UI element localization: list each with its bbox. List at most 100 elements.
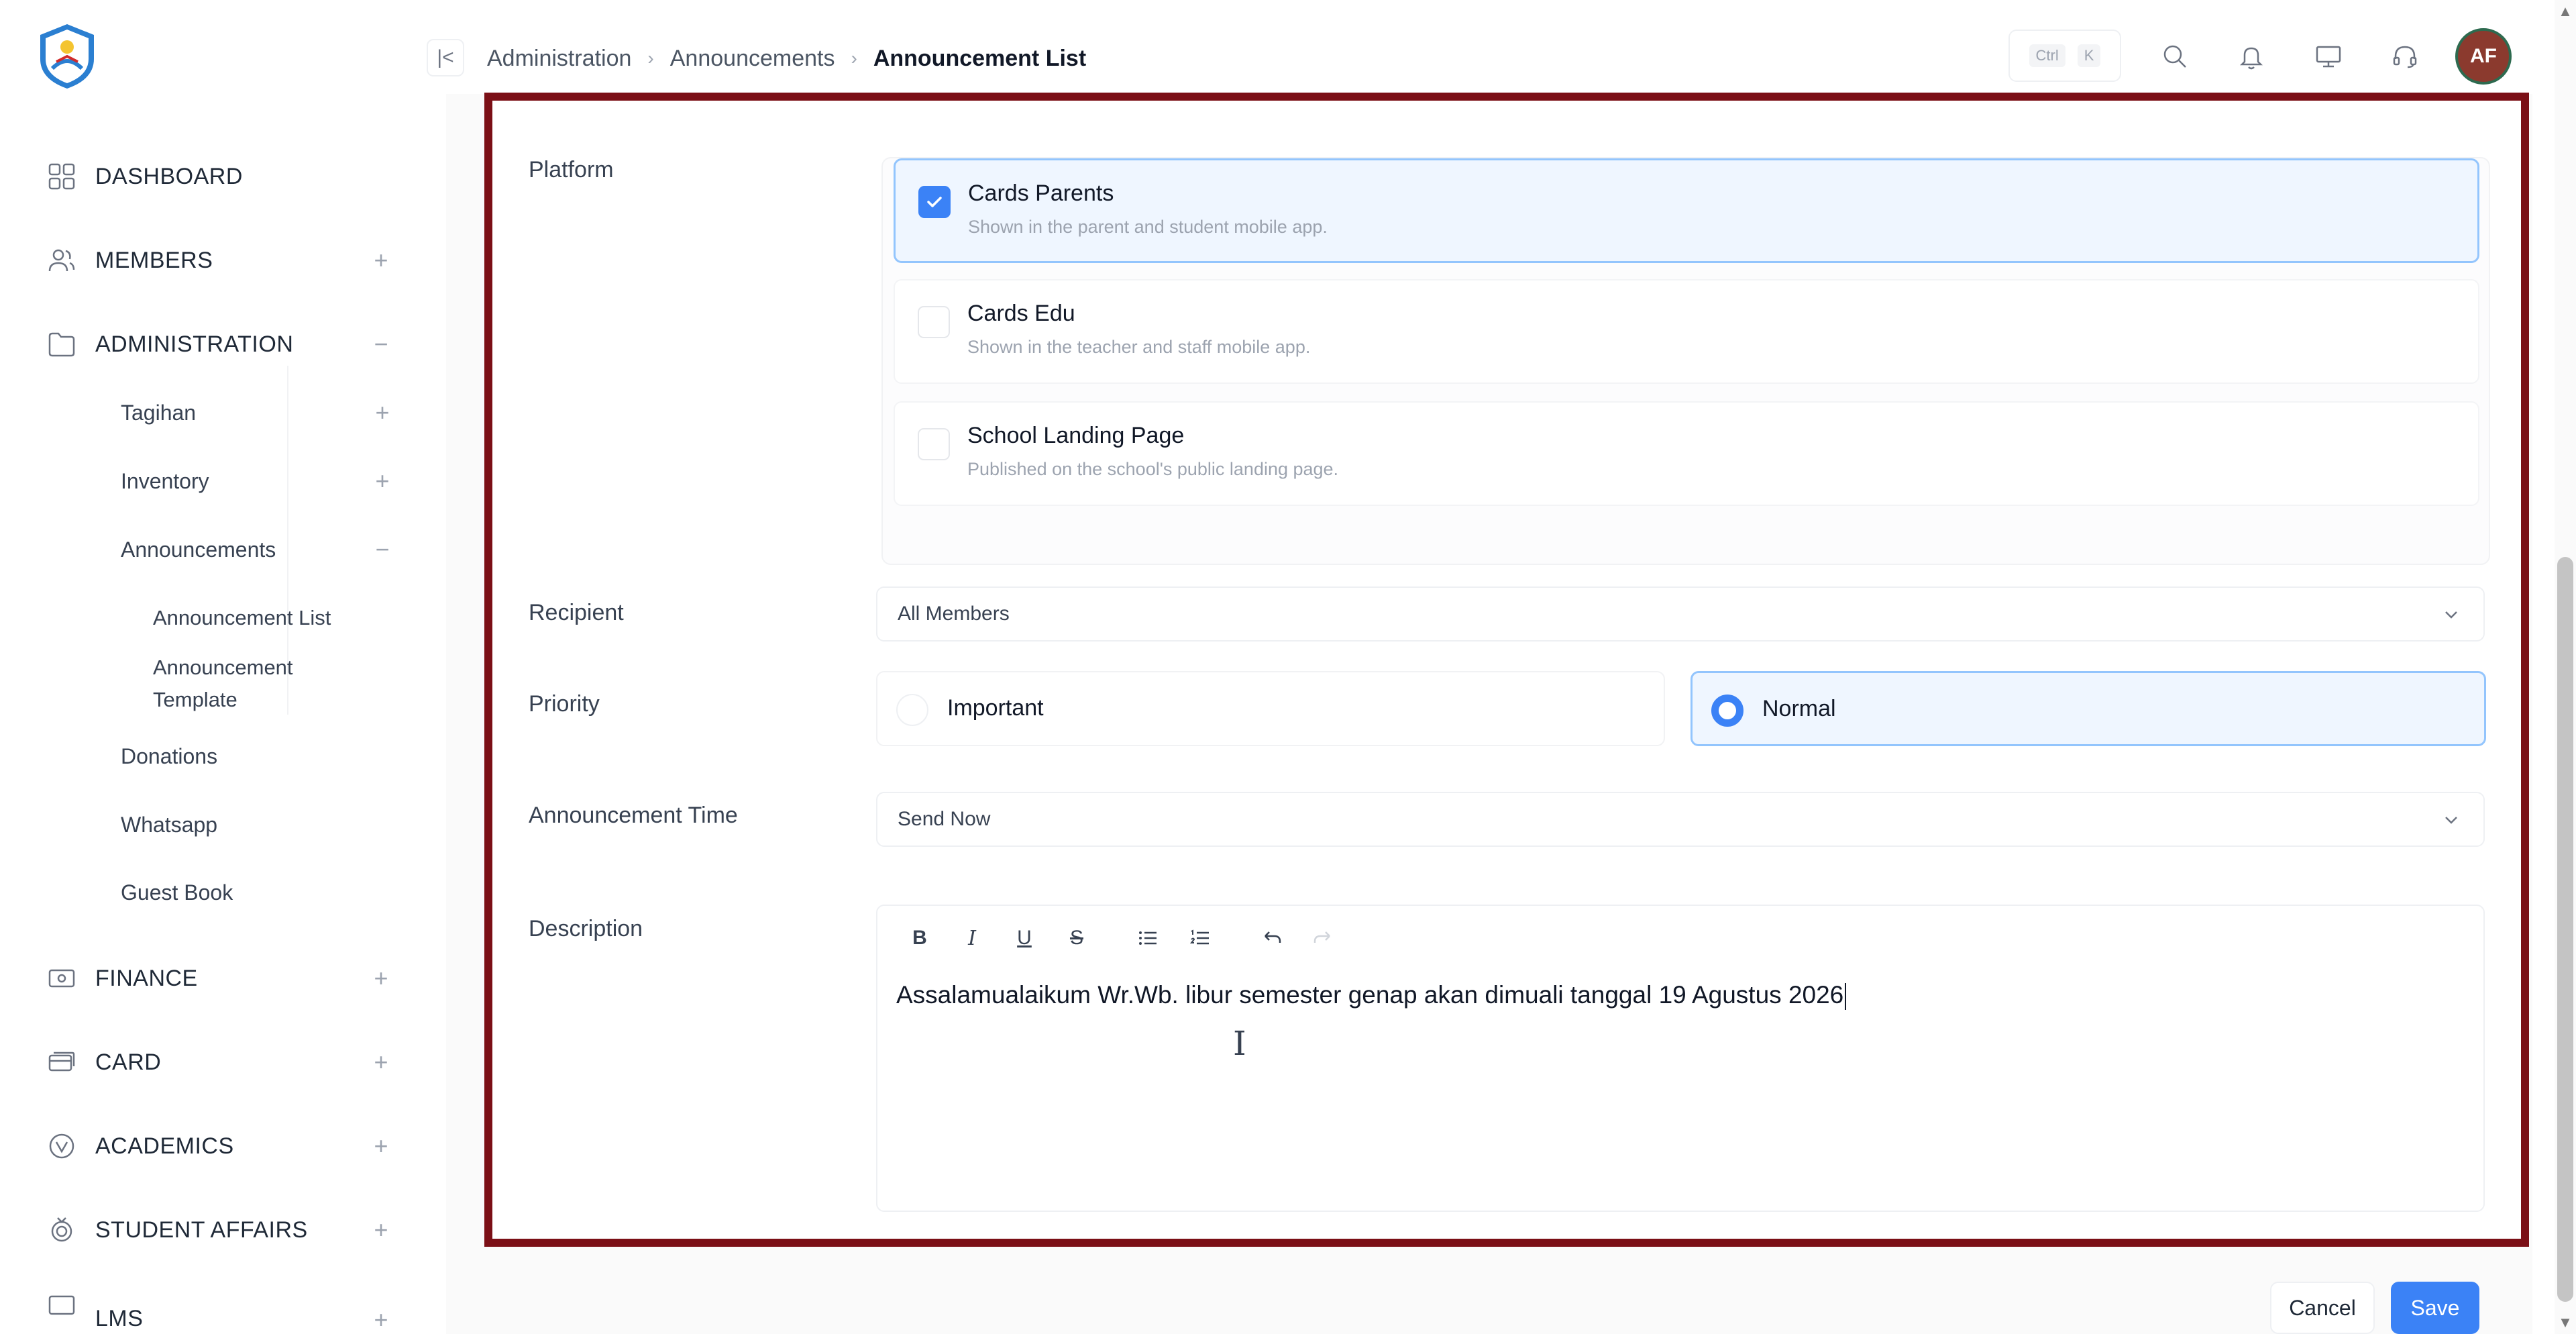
- nav-whatsapp[interactable]: Whatsapp: [121, 808, 396, 841]
- nav-guest-book[interactable]: Guest Book: [121, 876, 396, 909]
- platform-option-title: Cards Parents: [968, 181, 1114, 206]
- plus-icon[interactable]: +: [368, 1216, 394, 1244]
- collapse-sidebar-button[interactable]: |<: [427, 39, 464, 76]
- headset-icon[interactable]: [2386, 38, 2424, 75]
- platform-option-cards-edu[interactable]: Cards Edu Shown in the teacher and staff…: [894, 279, 2479, 384]
- nav-announcements-label: Announcements: [121, 537, 276, 562]
- folder-icon: [46, 328, 78, 360]
- minus-icon[interactable]: −: [369, 535, 396, 564]
- nav-card[interactable]: CARD +: [46, 1039, 394, 1086]
- chevron-right-icon: ›: [851, 48, 857, 68]
- save-button[interactable]: Save: [2391, 1282, 2479, 1334]
- search-icon[interactable]: [2156, 38, 2194, 75]
- nav-administration[interactable]: ADMINISTRATION −: [46, 321, 394, 368]
- recipient-select[interactable]: All Members: [876, 586, 2485, 642]
- description-text-area[interactable]: Assalamualaikum Wr.Wb. libur semester ge…: [896, 981, 1847, 1011]
- checkbox-unchecked[interactable]: [918, 306, 950, 338]
- announcement-time-select[interactable]: Send Now: [876, 792, 2485, 847]
- nav-announcements[interactable]: Announcements −: [121, 533, 396, 566]
- priority-label: Priority: [529, 691, 600, 717]
- collapse-icon: |<: [437, 46, 454, 68]
- search-shortcut-hint[interactable]: Ctrl K: [2008, 30, 2121, 82]
- platform-label: Platform: [529, 157, 614, 183]
- nav-inventory[interactable]: Inventory +: [121, 464, 396, 498]
- grid-icon: [46, 160, 78, 193]
- kbd-k: K: [2077, 44, 2101, 67]
- academics-icon: [46, 1130, 78, 1162]
- breadcrumb-administration[interactable]: Administration: [487, 46, 631, 72]
- nav-whatsapp-label: Whatsapp: [121, 812, 218, 837]
- nav-donations[interactable]: Donations: [121, 739, 396, 773]
- plus-icon[interactable]: +: [368, 1132, 394, 1160]
- breadcrumb-announcements[interactable]: Announcements: [670, 46, 835, 72]
- nav-dashboard[interactable]: DASHBOARD: [46, 153, 394, 200]
- scrollbar-thumb[interactable]: [2557, 557, 2573, 1302]
- scroll-up-arrow-icon[interactable]: ▲: [2556, 3, 2575, 21]
- numbered-list-button[interactable]: [1174, 918, 1226, 958]
- nav-tagihan[interactable]: Tagihan +: [121, 396, 396, 429]
- nav-academics[interactable]: ACADEMICS +: [46, 1123, 394, 1170]
- badge-icon: [46, 1214, 78, 1246]
- checkbox-unchecked[interactable]: [918, 428, 950, 460]
- priority-option-important[interactable]: Important: [876, 671, 1665, 746]
- priority-option-normal[interactable]: Normal: [1690, 671, 2486, 746]
- plus-icon[interactable]: +: [368, 1048, 394, 1076]
- breadcrumb-current: Announcement List: [873, 45, 1087, 71]
- undo-button[interactable]: [1245, 918, 1297, 958]
- minus-icon[interactable]: −: [368, 330, 394, 358]
- nav-finance-label: FINANCE: [95, 965, 198, 991]
- platform-option-desc: Shown in the teacher and staff mobile ap…: [967, 337, 1311, 357]
- school-logo-icon[interactable]: [32, 21, 102, 91]
- nav-student-affairs[interactable]: STUDENT AFFAIRS +: [46, 1207, 394, 1253]
- text-cursor-icon: I: [1233, 1024, 1246, 1063]
- announcement-form: Platform Cards Parents Shown in the pare…: [484, 93, 2529, 1247]
- nav-members[interactable]: MEMBERS +: [46, 237, 394, 284]
- monitor-icon[interactable]: [2310, 38, 2347, 75]
- description-label: Description: [529, 916, 643, 941]
- nav-academics-label: ACADEMICS: [95, 1133, 234, 1159]
- undo-icon: [1265, 931, 1281, 943]
- radio-checked[interactable]: [1711, 695, 1743, 727]
- bullet-list-button[interactable]: [1122, 918, 1174, 958]
- nav-lms[interactable]: LMS +: [46, 1290, 394, 1334]
- plus-icon[interactable]: +: [368, 1290, 394, 1334]
- plus-icon[interactable]: +: [368, 246, 394, 274]
- scroll-down-arrow-icon[interactable]: ▼: [2556, 1314, 2575, 1333]
- cancel-button[interactable]: Cancel: [2270, 1282, 2375, 1334]
- plus-icon[interactable]: +: [369, 467, 396, 495]
- nav-tagihan-label: Tagihan: [121, 400, 197, 425]
- platform-option-cards-parents[interactable]: Cards Parents Shown in the parent and st…: [894, 158, 2479, 263]
- numbered-list-icon: [1189, 929, 1209, 945]
- checkbox-checked[interactable]: [918, 186, 951, 218]
- platform-option-desc: Published on the school's public landing…: [967, 459, 1339, 479]
- recipient-value: All Members: [898, 603, 1010, 625]
- money-icon: [46, 962, 78, 994]
- redo-button[interactable]: [1297, 918, 1350, 958]
- radio-unchecked[interactable]: [896, 694, 928, 726]
- italic-button[interactable]: I: [946, 918, 998, 958]
- user-avatar[interactable]: AF: [2455, 28, 2512, 85]
- nav-announcement-template[interactable]: Announcement Template: [153, 652, 361, 716]
- chevron-right-icon: ›: [647, 48, 654, 68]
- description-editor[interactable]: B I U S Assalamualaikum Wr.Wb. libur sem…: [876, 905, 2485, 1212]
- platform-option-school-landing-page[interactable]: School Landing Page Published on the sch…: [894, 401, 2479, 506]
- bell-icon[interactable]: [2233, 38, 2270, 75]
- nav-card-label: CARD: [95, 1049, 162, 1075]
- strikethrough-button[interactable]: S: [1051, 918, 1103, 958]
- plus-icon[interactable]: +: [368, 964, 394, 992]
- platform-option-title: School Landing Page: [967, 423, 1185, 448]
- underline-button[interactable]: U: [998, 918, 1051, 958]
- users-icon: [46, 244, 78, 276]
- nav-donations-label: Donations: [121, 743, 218, 768]
- platform-option-desc: Shown in the parent and student mobile a…: [968, 217, 1328, 237]
- plus-icon[interactable]: +: [369, 399, 396, 427]
- nav-guest-book-label: Guest Book: [121, 880, 233, 905]
- announcement-time-value: Send Now: [898, 808, 991, 830]
- description-text: Assalamualaikum Wr.Wb. libur semester ge…: [896, 981, 1844, 1009]
- text-caret: [1845, 983, 1847, 1011]
- nav-lms-label: LMS: [95, 1306, 144, 1331]
- nav-finance[interactable]: FINANCE +: [46, 955, 394, 1002]
- nav-announcement-list[interactable]: Announcement List: [153, 601, 361, 634]
- bold-button[interactable]: B: [894, 918, 946, 958]
- editor-toolbar: B I U S: [894, 918, 1350, 958]
